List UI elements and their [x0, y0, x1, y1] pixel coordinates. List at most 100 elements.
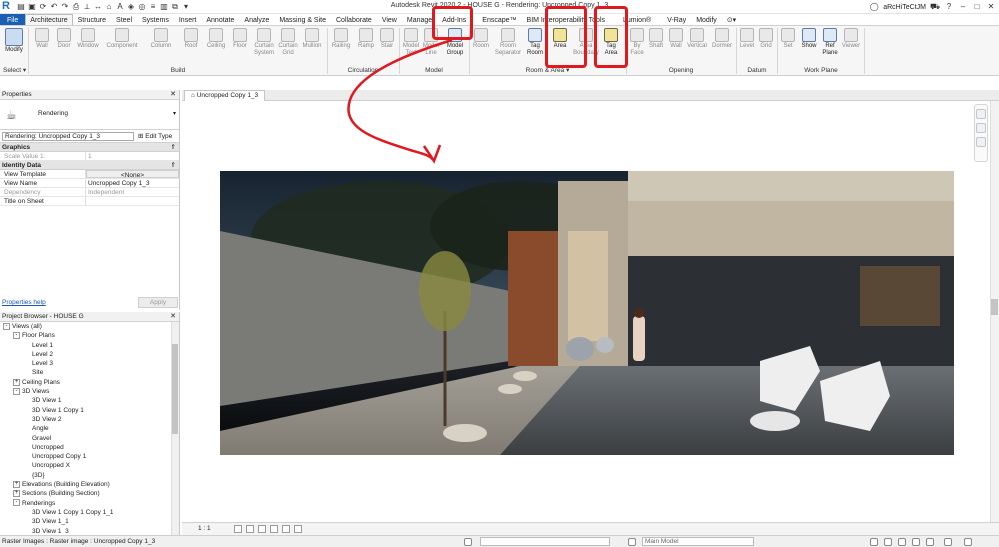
shadows-icon[interactable] — [270, 525, 278, 533]
cart-icon[interactable]: ⛟ — [930, 2, 940, 12]
chevron-down-icon[interactable]: ▾ — [173, 110, 176, 117]
by-face-button[interactable]: By Face — [628, 28, 646, 66]
select-underlay-icon[interactable] — [884, 538, 892, 546]
tab-annotate[interactable]: Annotate — [201, 14, 239, 25]
tree-node[interactable]: 3D View 1_3 — [0, 527, 179, 533]
design-option-select[interactable]: Main Model — [642, 537, 754, 546]
view-scale[interactable]: 1 : 1 — [198, 525, 211, 532]
tree-node[interactable]: Level 2 — [0, 350, 179, 359]
expand-icon[interactable]: + — [13, 480, 20, 488]
floor-button[interactable]: Floor — [230, 28, 250, 66]
expand-icon[interactable]: + — [13, 490, 20, 498]
tree-node[interactable]: + Ceiling Plans — [0, 378, 179, 387]
minimize-icon[interactable]: – — [958, 2, 968, 12]
properties-help-link[interactable]: Properties help — [2, 299, 46, 306]
column-button[interactable]: Column — [148, 28, 174, 66]
tab-collaborate[interactable]: Collaborate — [331, 14, 377, 25]
scroll-thumb[interactable] — [991, 299, 998, 315]
tab-view[interactable]: View — [377, 14, 402, 25]
tree-node[interactable]: 3D View 2 — [0, 415, 179, 424]
vertical-button[interactable]: Vertical — [686, 28, 708, 66]
select-pinned-icon[interactable] — [898, 538, 906, 546]
tab-massing-site[interactable]: Massing & Site — [274, 14, 331, 25]
apply-button[interactable]: Apply — [138, 297, 178, 308]
rendered-image[interactable] — [220, 171, 954, 455]
set-button[interactable]: Set — [780, 28, 796, 66]
tree-node[interactable]: Uncropped X — [0, 461, 179, 470]
tab-steel[interactable]: Steel — [111, 14, 137, 25]
roof-button[interactable]: Roof — [180, 28, 202, 66]
collapse-icon[interactable]: - — [13, 332, 20, 340]
sun-path-icon[interactable] — [258, 525, 266, 533]
viewer-button[interactable]: Viewer — [840, 28, 862, 66]
maximize-icon[interactable]: □ — [972, 2, 982, 12]
collapse-icon[interactable]: - — [13, 499, 20, 507]
user-icon[interactable]: ◯ — [869, 2, 879, 12]
temporary-hide-icon[interactable] — [282, 525, 290, 533]
view-cube-icon[interactable] — [976, 109, 986, 119]
tab-insert[interactable]: Insert — [174, 14, 202, 25]
tree-node[interactable]: Site — [0, 368, 179, 377]
tree-node[interactable]: - Views (all) — [0, 322, 179, 331]
tag-room-button[interactable]: Tag Room — [525, 28, 545, 66]
collapse-icon[interactable]: - — [13, 387, 20, 395]
collapse-icon[interactable]: - — [3, 322, 10, 330]
visual-style-icon[interactable] — [246, 525, 254, 533]
expand-icon[interactable]: + — [13, 378, 20, 386]
collapse-icon[interactable]: ⇑ — [171, 161, 176, 170]
tree-node[interactable]: -3D Views — [0, 387, 179, 396]
stair-button[interactable]: Stair — [378, 28, 396, 66]
select-links-icon[interactable] — [870, 538, 878, 546]
select-dropdown[interactable]: Select ▾ — [3, 66, 26, 74]
tree-node[interactable]: Gravel — [0, 434, 179, 443]
view-tab[interactable]: ⌂ Uncropped Copy 1_3 — [184, 90, 266, 101]
tree-node[interactable]: 3D View 1_1 — [0, 517, 179, 526]
tree-node[interactable]: Level 1 — [0, 341, 179, 350]
window-button[interactable]: Window — [76, 28, 100, 66]
ref-plane-button[interactable]: Ref Plane — [820, 28, 840, 66]
detail-level-icon[interactable] — [234, 525, 242, 533]
group-graphics[interactable]: Graphics ⇑ — [0, 143, 179, 152]
tab-analyze[interactable]: Analyze — [239, 14, 274, 25]
filter-icon[interactable] — [944, 538, 952, 546]
room-button[interactable]: Room — [470, 28, 492, 66]
user-name[interactable]: aRcHiTeCtJM — [883, 4, 926, 11]
curtain-system-button[interactable]: Curtain System — [252, 28, 276, 66]
ramp-button[interactable]: Ramp — [356, 28, 376, 66]
ceiling-button[interactable]: Ceiling — [203, 28, 229, 66]
tree-node[interactable]: - Floor Plans — [0, 331, 179, 340]
zoom-icon[interactable] — [976, 137, 986, 147]
tab-file[interactable]: File — [0, 14, 26, 25]
wall-button[interactable]: Wall — [32, 28, 52, 66]
ribbon-options-icon[interactable]: ⊙▾ — [722, 14, 741, 25]
dormer-button[interactable]: Dormer — [710, 28, 734, 66]
modify-button[interactable]: Modify — [2, 28, 26, 66]
tab-systems[interactable]: Systems — [137, 14, 174, 25]
view-template-button[interactable]: <None> — [86, 170, 179, 179]
background-processes-icon[interactable] — [964, 538, 972, 546]
room-separator-button[interactable]: Room Separator — [493, 28, 523, 66]
mullion-button[interactable]: Mullion — [300, 28, 324, 66]
railing-button[interactable]: Railing — [330, 28, 352, 66]
tree-node[interactable]: Uncropped — [0, 443, 179, 452]
tree-node[interactable]: {3D} — [0, 471, 179, 480]
tree-node[interactable]: + Sections (Building Section) — [0, 489, 179, 498]
type-selector[interactable]: ☕ Rendering ▾ — [0, 100, 179, 130]
wall-opening-button[interactable]: Wall — [667, 28, 685, 66]
tab-structure[interactable]: Structure — [73, 14, 111, 25]
tab-modify[interactable]: Modify — [691, 14, 722, 25]
door-button[interactable]: Door — [54, 28, 74, 66]
tree-node[interactable]: + Elevations (Building Elevation) — [0, 480, 179, 489]
tab-vray[interactable]: V-Ray — [662, 14, 691, 25]
component-button[interactable]: Component — [104, 28, 140, 66]
view-name-field[interactable]: Uncropped Copy 1_3 — [86, 179, 179, 187]
tree-node[interactable]: Uncropped Copy 1 — [0, 452, 179, 461]
model-text-button[interactable]: Model Text — [401, 28, 421, 66]
select-by-face-icon[interactable] — [912, 538, 920, 546]
tree-node[interactable]: 3D View 1 Copy 1 Copy 1_1 — [0, 508, 179, 517]
editable-only-icon[interactable] — [628, 538, 636, 546]
close-icon[interactable]: ✕ — [986, 2, 996, 12]
tree-node[interactable]: - Renderings — [0, 499, 179, 508]
tab-enscape[interactable]: Enscape™ — [477, 14, 521, 25]
tree-node[interactable]: 3D View 1 — [0, 396, 179, 405]
